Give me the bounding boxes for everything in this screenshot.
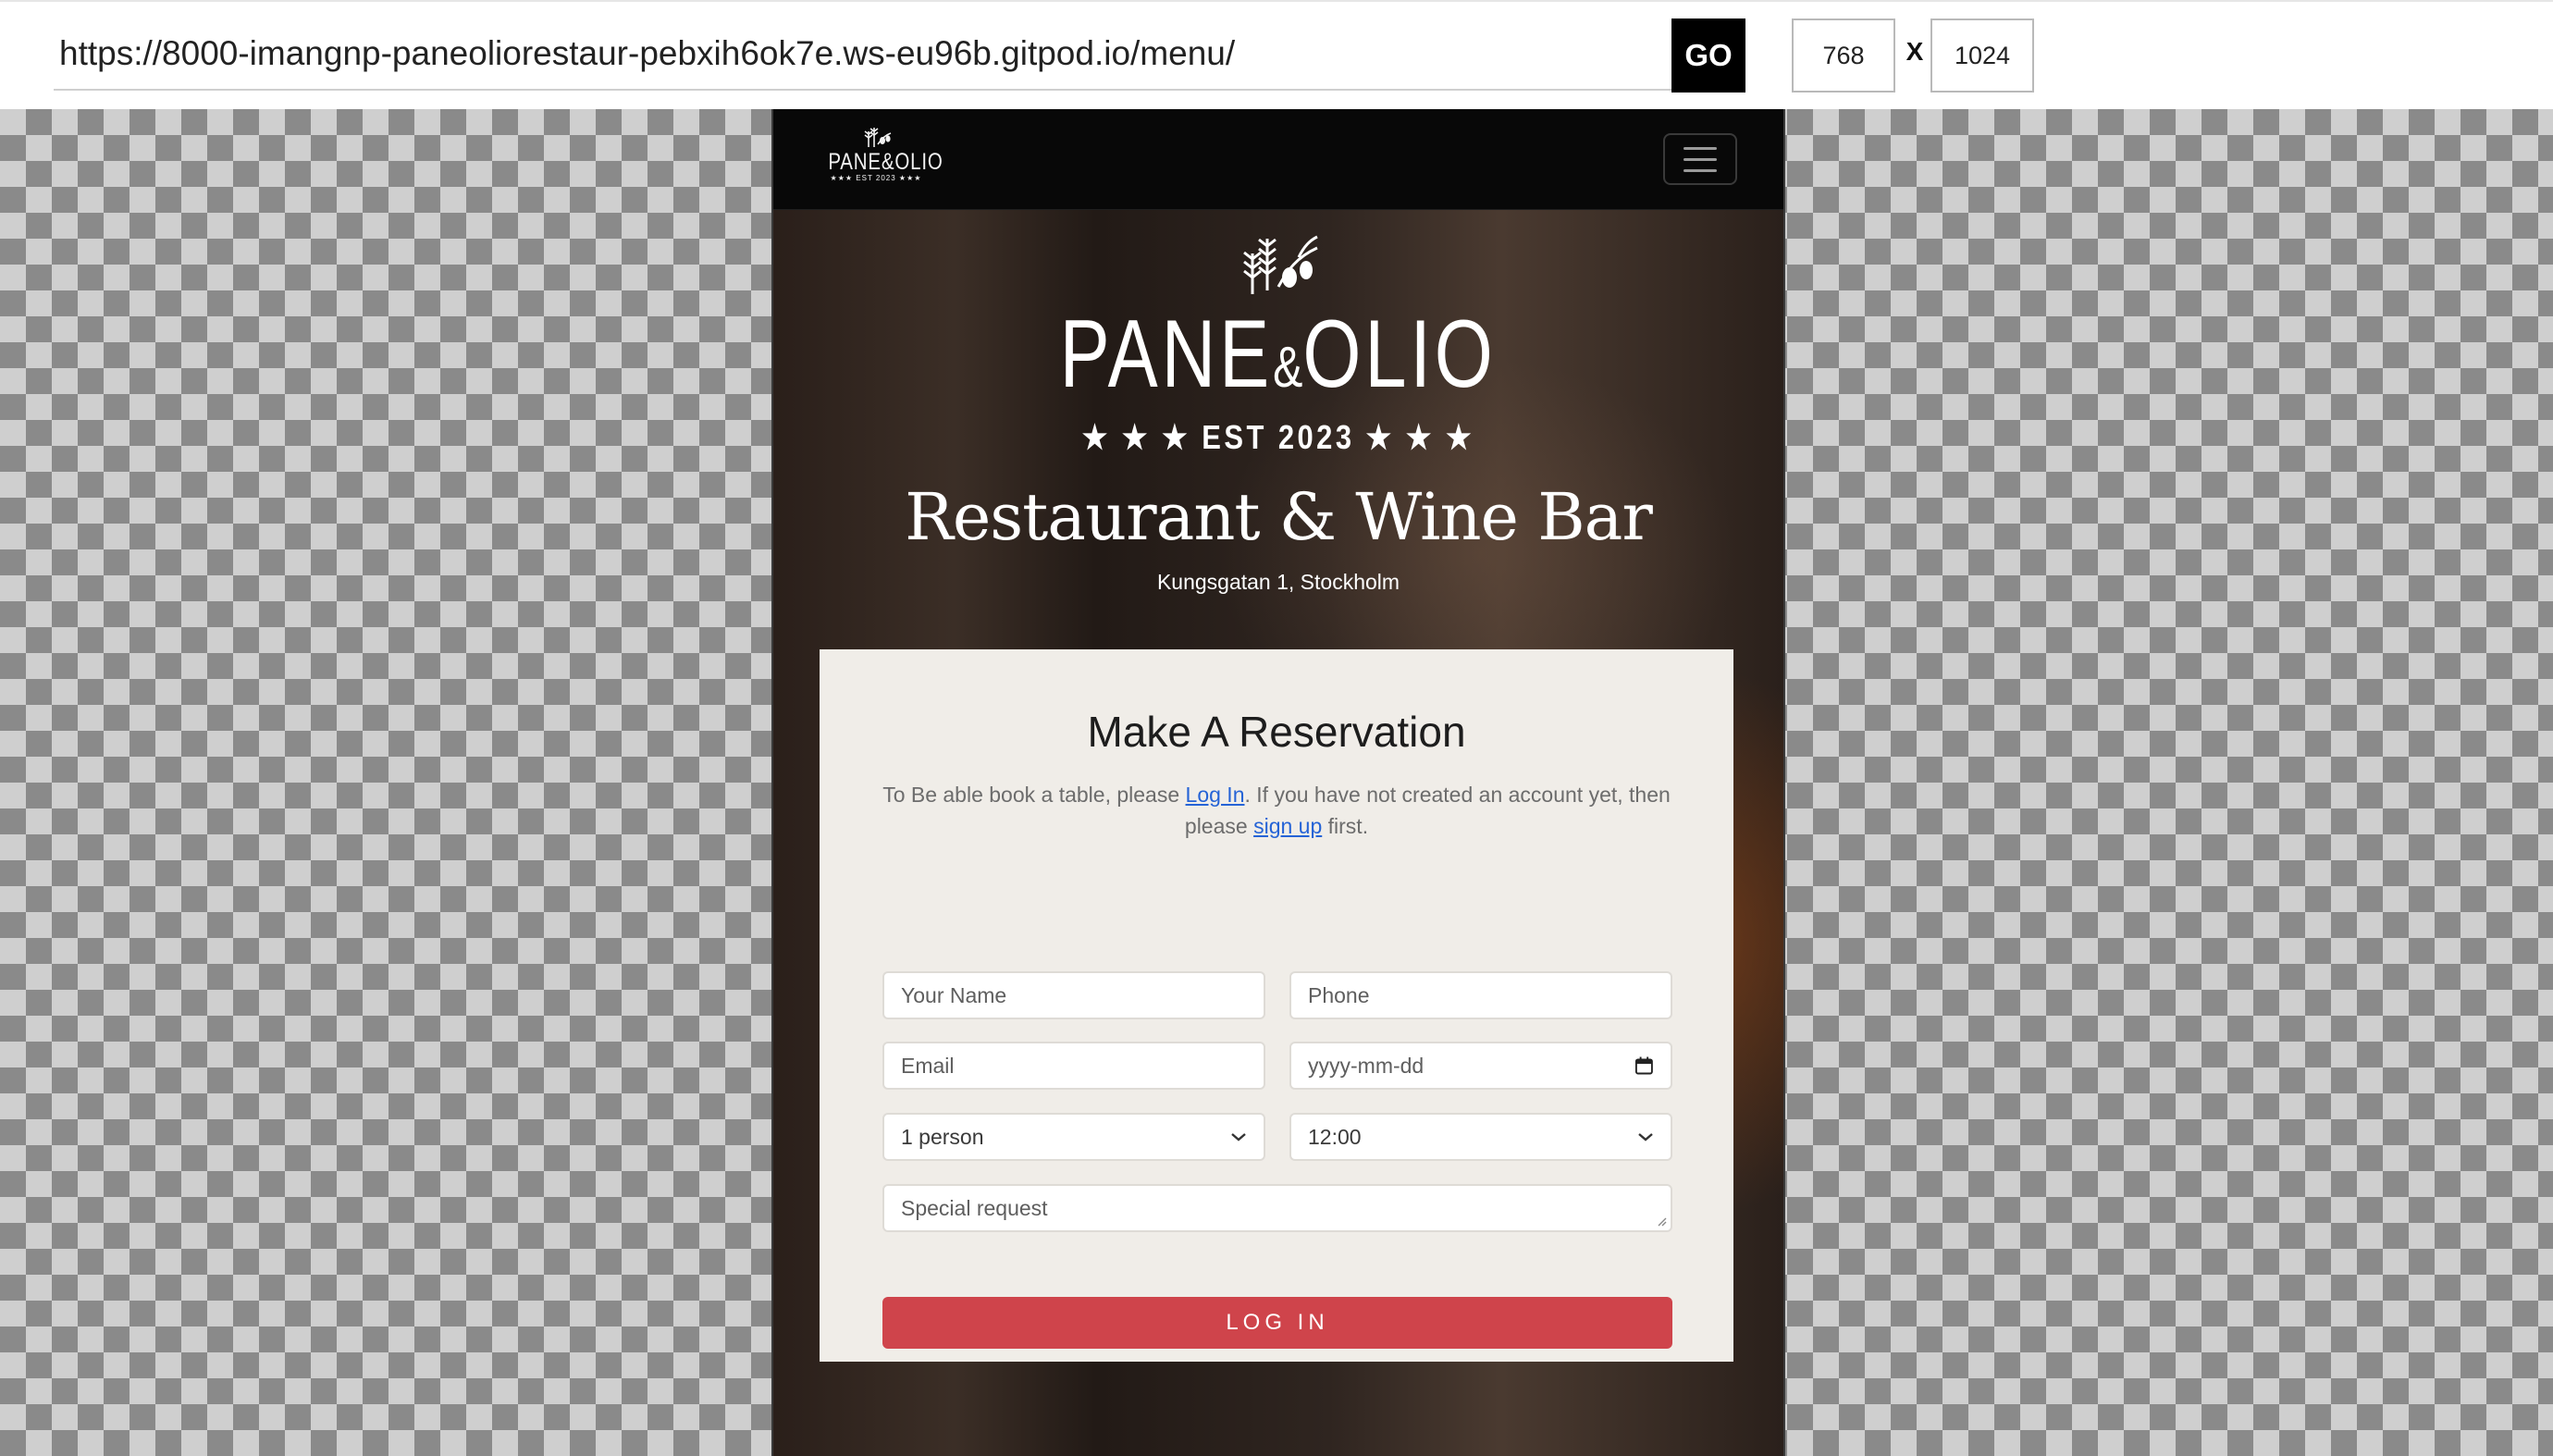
site-navbar: PANE&OLIO ★★★ EST 2023 ★★★ bbox=[773, 109, 1783, 210]
time-select[interactable]: 12:00 bbox=[1289, 1113, 1672, 1161]
responsive-toolbar: GO X bbox=[0, 0, 2553, 109]
hamburger-icon-bar bbox=[1684, 157, 1717, 161]
login-link[interactable]: Log In bbox=[1186, 783, 1245, 807]
url-input[interactable] bbox=[54, 19, 1672, 91]
party-size-select[interactable]: 1 person bbox=[882, 1113, 1265, 1161]
signup-link[interactable]: sign up bbox=[1253, 814, 1322, 838]
email-input[interactable] bbox=[901, 1053, 1247, 1079]
special-request-field[interactable] bbox=[882, 1184, 1672, 1232]
navbar-logo-est: ★★★ EST 2023 ★★★ bbox=[830, 174, 922, 182]
wheat-olive-icon bbox=[1243, 235, 1318, 294]
chevron-down-icon bbox=[1638, 1133, 1653, 1141]
date-input[interactable] bbox=[1308, 1053, 1635, 1079]
phone-input[interactable] bbox=[1308, 982, 1654, 1008]
navbar-logo[interactable]: PANE&OLIO ★★★ EST 2023 ★★★ bbox=[818, 124, 944, 198]
chevron-down-icon bbox=[1231, 1133, 1246, 1141]
dimension-separator: X bbox=[1906, 37, 1924, 66]
phone-field[interactable] bbox=[1289, 971, 1672, 1019]
wheat-olive-icon bbox=[864, 128, 892, 147]
special-request-input[interactable] bbox=[901, 1195, 1654, 1221]
viewport-height-input[interactable] bbox=[1930, 19, 2034, 93]
date-field[interactable] bbox=[1289, 1042, 1672, 1090]
name-input[interactable] bbox=[901, 982, 1247, 1008]
reservation-note: To Be able book a table, please Log In. … bbox=[882, 783, 1671, 838]
reservation-title: Make A Reservation bbox=[1087, 708, 1466, 756]
hero-est-line: ★ ★ ★ EST 2023 ★ ★ ★ bbox=[1081, 418, 1475, 456]
hero-title: Restaurant & Wine Bar bbox=[905, 479, 1653, 555]
hero-address: Kungsgatan 1, Stockholm bbox=[1156, 570, 1400, 594]
time-value: 12:00 bbox=[1308, 1124, 1362, 1149]
hamburger-icon-bar bbox=[1684, 168, 1717, 172]
menu-toggle-button[interactable] bbox=[1663, 133, 1737, 185]
login-submit-button[interactable]: LOG IN bbox=[882, 1297, 1672, 1349]
name-field[interactable] bbox=[882, 971, 1265, 1019]
navbar-logo-text: PANE&OLIO bbox=[828, 149, 944, 175]
email-field[interactable] bbox=[882, 1042, 1265, 1090]
go-button[interactable]: GO bbox=[1671, 19, 1745, 93]
hero-brand-name: PANE&OLIO bbox=[1059, 301, 1498, 408]
device-viewport: PANE&OLIO ★★★ EST 2023 ★★★ PANE&OLIO ★ ★… bbox=[771, 109, 1785, 1456]
hero-logo: PANE&OLIO ★ ★ ★ EST 2023 ★ ★ ★ bbox=[773, 229, 1783, 457]
party-size-value: 1 person bbox=[901, 1124, 984, 1149]
calendar-icon[interactable] bbox=[1634, 1055, 1654, 1076]
resize-handle-icon[interactable] bbox=[1656, 1215, 1667, 1227]
reservation-card: Make A Reservation To Be able book a tab… bbox=[820, 649, 1733, 1362]
viewport-width-input[interactable] bbox=[1792, 19, 1895, 93]
hamburger-icon-bar bbox=[1684, 146, 1717, 150]
